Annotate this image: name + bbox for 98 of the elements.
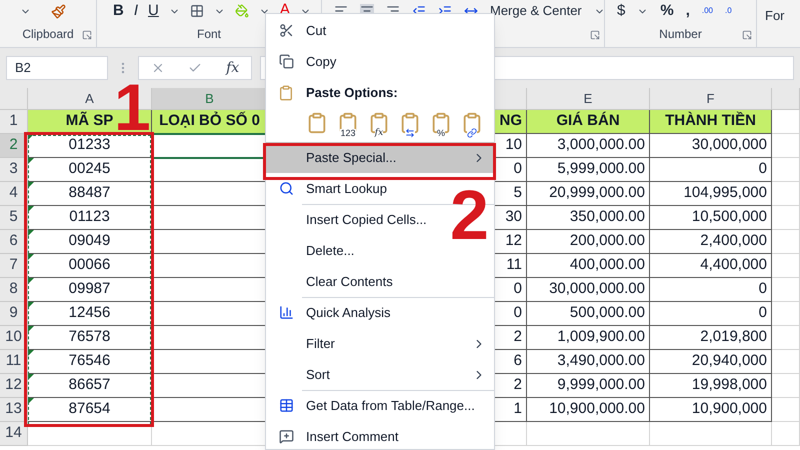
empty-cell: [772, 326, 800, 350]
table-cell: 12456: [28, 302, 152, 326]
currency-button[interactable]: $: [617, 0, 626, 22]
table-cell: 3,490,000.00: [527, 350, 650, 374]
group-label: Number: [659, 26, 702, 43]
column-header[interactable]: F: [650, 88, 772, 110]
name-box[interactable]: B2: [6, 56, 108, 80]
paste-option-button[interactable]: 123: [337, 112, 359, 138]
table-cell: 30,000,000: [650, 134, 772, 158]
paste-transpose-icon[interactable]: [399, 112, 421, 138]
table-cell: 88487: [28, 182, 152, 206]
format-painter-icon[interactable]: [51, 4, 66, 18]
header-cell: GIÁ BÁN: [527, 110, 650, 134]
dialog-launcher-icon[interactable]: [742, 30, 752, 40]
scissors-icon: [278, 23, 294, 38]
font-style-button[interactable]: I: [134, 0, 138, 22]
table-cell: 86657: [28, 374, 152, 398]
table-cell: 76578: [28, 326, 152, 350]
group-label: Font: [196, 26, 221, 43]
menu-item[interactable]: Paste Special...: [266, 142, 494, 173]
column-header[interactable]: E: [527, 88, 650, 110]
table-cell: 2,019,800: [650, 326, 772, 350]
header-cell: THÀNH TIỀN: [650, 110, 772, 134]
paste-option-button[interactable]: fx: [368, 112, 390, 138]
table-cell: 10,900,000: [650, 398, 772, 422]
menu-item[interactable]: Insert Comment: [266, 421, 406, 449]
empty-cell: [772, 398, 800, 422]
column-header[interactable]: B: [152, 88, 268, 110]
font-style-button[interactable]: U: [148, 0, 159, 22]
chart-icon: [278, 305, 294, 320]
header-cell: LOẠI BỎ SỐ 0: [152, 110, 268, 134]
empty-cell: [772, 254, 800, 278]
font-style-button[interactable]: B: [113, 0, 124, 22]
table-cell: 3,000,000.00: [527, 134, 650, 158]
paste-option-button[interactable]: %: [430, 112, 452, 138]
group-label: Clipboard: [22, 26, 74, 43]
row-header[interactable]: 14: [0, 422, 28, 446]
table-cell: 10,900,000.00: [527, 398, 650, 422]
table-cell: 5,999,000.00: [527, 158, 650, 182]
merge-center-button[interactable]: Merge & Center: [490, 1, 582, 21]
empty-cell: [772, 350, 800, 374]
table-cell: 20,940,000: [650, 350, 772, 374]
dialog-launcher-icon[interactable]: [82, 30, 92, 40]
fill-color-icon[interactable]: [234, 4, 249, 18]
table-cell: 400,000.00: [527, 254, 650, 278]
table-cell: 0: [650, 158, 772, 182]
table-cell: 0: [650, 278, 772, 302]
empty-cell: [772, 374, 800, 398]
table-cell: 09049: [28, 230, 152, 254]
table-cell: 87654: [28, 398, 152, 422]
table-cell: 4,400,000: [650, 254, 772, 278]
table-cell: 10,500,000: [650, 206, 772, 230]
table-cell: 19,998,000: [650, 374, 772, 398]
menu-item[interactable]: Clear Contents: [266, 266, 401, 297]
table-cell: 30,000,000.00: [527, 278, 650, 302]
empty-cell: [772, 134, 800, 158]
table-cell: 350,000.00: [527, 206, 650, 230]
table-icon: [278, 398, 294, 413]
empty-cell: [772, 230, 800, 254]
clipboard-icon: [278, 84, 294, 100]
number-format-button[interactable]: ,: [686, 0, 690, 22]
table-cell: 09987: [28, 278, 152, 302]
ribbon-button[interactable]: For: [765, 8, 784, 23]
table-cell: 500,000.00: [527, 302, 650, 326]
menu-item[interactable]: Quick Analysis: [266, 297, 399, 328]
table-cell: 00066: [28, 254, 152, 278]
table-cell: 0: [650, 302, 772, 326]
empty-cell: [772, 158, 800, 182]
number-format-button[interactable]: %: [660, 0, 674, 22]
table-cell: 01123: [28, 206, 152, 230]
table-cell: 1,009,900.00: [527, 326, 650, 350]
empty-cell: [772, 206, 800, 230]
table-cell: 200,000.00: [527, 230, 650, 254]
decimal-button[interactable]: .0: [724, 5, 732, 17]
table-cell: 2,400,000: [650, 230, 772, 254]
table-cell: 00245: [28, 158, 152, 182]
table-cell: 76546: [28, 350, 152, 374]
table-cell: 20,999,000.00: [527, 182, 650, 206]
copy-icon: [278, 54, 294, 69]
insert-function-button[interactable]: fx: [226, 58, 240, 78]
empty-cell: [772, 278, 800, 302]
decimal-button[interactable]: .00: [702, 5, 713, 17]
paste-link-icon[interactable]: [461, 112, 483, 138]
menu-item[interactable]: Copy: [266, 46, 344, 77]
row-header[interactable]: 1: [0, 110, 28, 134]
table-cell: 9,999,000.00: [527, 374, 650, 398]
empty-cell: [772, 182, 800, 206]
empty-cell: [772, 302, 800, 326]
search-icon: [278, 181, 294, 196]
menu-item[interactable]: Delete...: [266, 235, 362, 266]
table-cell: 104,995,000: [650, 182, 772, 206]
dialog-launcher-icon[interactable]: [590, 30, 600, 40]
table-cell: 01233: [28, 134, 152, 158]
menu-item[interactable]: Smart Lookup: [266, 173, 395, 204]
borders-icon[interactable]: [190, 4, 204, 18]
menu-section-heading: Paste Options:: [306, 84, 398, 102]
empty-cell: [772, 422, 800, 446]
comment-icon: [278, 429, 294, 444]
